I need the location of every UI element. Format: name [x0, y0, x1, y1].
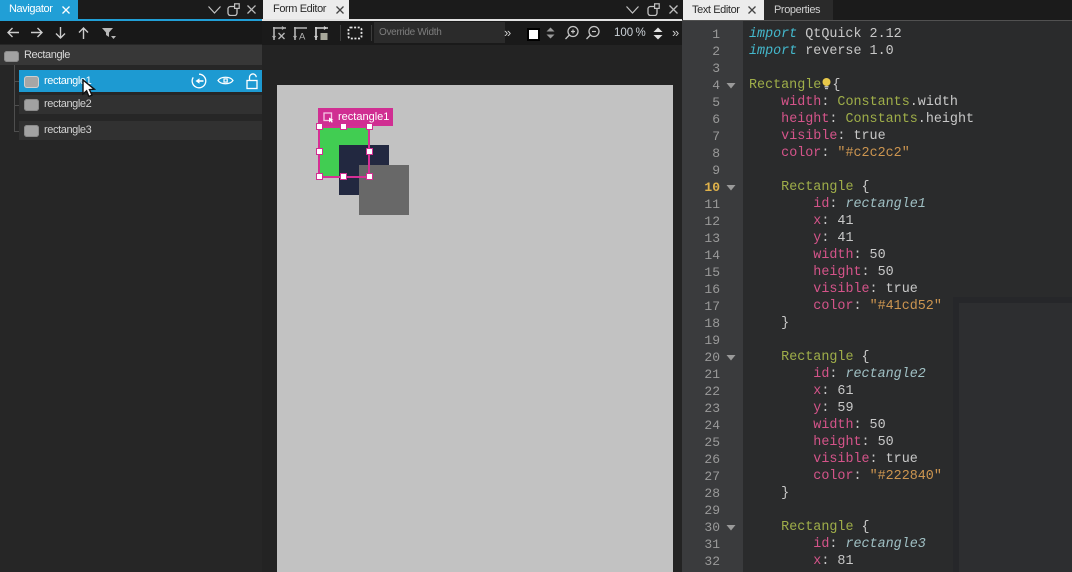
svg-text:A: A — [299, 32, 306, 42]
